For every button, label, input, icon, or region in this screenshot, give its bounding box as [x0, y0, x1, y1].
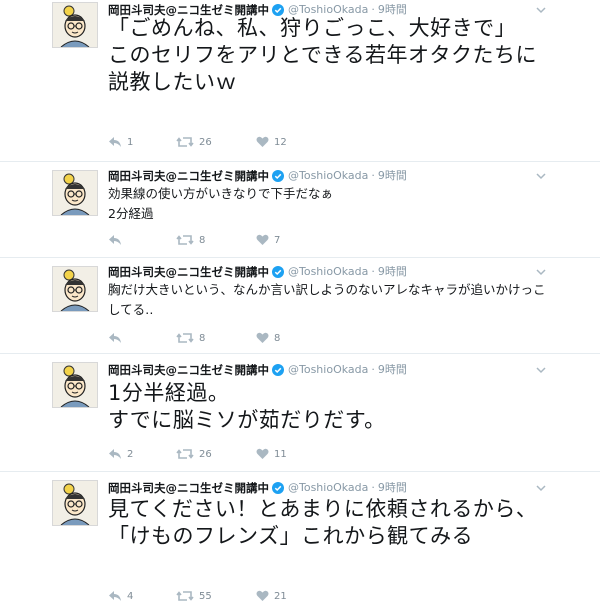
- reply-button[interactable]: [108, 330, 176, 346]
- like-button[interactable]: 21: [256, 588, 326, 604]
- reply-count: 1: [127, 136, 134, 148]
- heart-icon: [256, 590, 269, 601]
- like-count: 11: [274, 448, 287, 460]
- timestamp[interactable]: 9時間: [378, 264, 407, 280]
- separator: ·: [371, 265, 375, 278]
- retweet-icon: [176, 137, 194, 147]
- tweet-actions: 4 55 21: [108, 588, 326, 604]
- heart-icon: [256, 332, 269, 343]
- retweet-button[interactable]: 8: [176, 330, 256, 346]
- tweet[interactable]: 岡田斗司夫@ニコ生ゼミ開講中 @ToshioOkada · 9時間 胸だけ大きい…: [0, 258, 600, 354]
- timestamp[interactable]: 9時間: [378, 480, 407, 496]
- reply-button[interactable]: 4: [108, 588, 176, 604]
- reply-icon: [109, 449, 121, 459]
- avatar[interactable]: [52, 2, 98, 48]
- tweet-header: 岡田斗司夫@ニコ生ゼミ開講中 @ToshioOkada · 9時間: [108, 264, 407, 280]
- separator: ·: [371, 363, 375, 376]
- avatar-icon: [53, 3, 97, 47]
- tweet[interactable]: 岡田斗司夫@ニコ生ゼミ開講中 @ToshioOkada · 9時間 効果線の使い…: [0, 162, 600, 258]
- display-name[interactable]: 岡田斗司夫@ニコ生ゼミ開講中: [108, 362, 269, 378]
- retweet-button[interactable]: 26: [176, 134, 256, 150]
- verified-badge-icon: [272, 266, 284, 278]
- username-handle[interactable]: @ToshioOkada: [288, 168, 368, 184]
- like-button[interactable]: 7: [256, 232, 326, 248]
- reply-button[interactable]: [108, 232, 176, 248]
- like-button[interactable]: 8: [256, 330, 326, 346]
- reply-icon: [109, 591, 121, 601]
- avatar-icon: [53, 481, 97, 525]
- tweet[interactable]: 岡田斗司夫@ニコ生ゼミ開講中 @ToshioOkada · 9時間 1分半経過。…: [0, 354, 600, 472]
- retweet-icon: [176, 235, 194, 245]
- retweet-button[interactable]: 26: [176, 446, 256, 462]
- tweet-text: 見てください！とあまりに依頼されるから、「けものフレンズ」これから観てみる: [108, 497, 538, 548]
- reply-icon: [109, 137, 121, 147]
- like-button[interactable]: 12: [256, 134, 326, 150]
- chevron-down-icon[interactable]: [536, 484, 546, 492]
- reply-button[interactable]: 2: [108, 446, 176, 462]
- username-handle[interactable]: @ToshioOkada: [288, 362, 368, 378]
- retweet-icon: [176, 591, 194, 601]
- chevron-down-icon[interactable]: [536, 268, 546, 276]
- display-name[interactable]: 岡田斗司夫@ニコ生ゼミ開講中: [108, 480, 269, 496]
- tweet-header: 岡田斗司夫@ニコ生ゼミ開講中 @ToshioOkada · 9時間: [108, 168, 407, 184]
- reply-icon: [109, 235, 121, 245]
- timestamp[interactable]: 9時間: [378, 362, 407, 378]
- tweet-text: 1分半経過。 すでに脳ミソが茹だりだす。: [108, 381, 386, 432]
- tweet-text: 効果線の使い方がいきなりで下手だなぁ 2分経過: [108, 186, 334, 221]
- tweet-timeline: 岡田斗司夫@ニコ生ゼミ開講中 @ToshioOkada · 9時間 「ごめんね、…: [0, 0, 600, 602]
- display-name[interactable]: 岡田斗司夫@ニコ生ゼミ開講中: [108, 264, 269, 280]
- retweet-count: 8: [199, 234, 206, 246]
- retweet-button[interactable]: 55: [176, 588, 256, 604]
- verified-badge-icon: [272, 364, 284, 376]
- tweet-actions: 8 7: [108, 232, 326, 248]
- username-handle[interactable]: @ToshioOkada: [288, 264, 368, 280]
- timestamp[interactable]: 9時間: [378, 168, 407, 184]
- chevron-down-icon[interactable]: [536, 172, 546, 180]
- retweet-count: 26: [199, 448, 212, 460]
- retweet-count: 26: [199, 136, 212, 148]
- display-name[interactable]: 岡田斗司夫@ニコ生ゼミ開講中: [108, 168, 269, 184]
- tweet-actions: 1 26 12: [108, 134, 326, 150]
- retweet-button[interactable]: 8: [176, 232, 256, 248]
- like-button[interactable]: 11: [256, 446, 326, 462]
- tweet-actions: 8 8: [108, 330, 326, 346]
- avatar[interactable]: [52, 170, 98, 216]
- avatar-icon: [53, 267, 97, 311]
- avatar-icon: [53, 171, 97, 215]
- like-count: 7: [274, 234, 281, 246]
- avatar[interactable]: [52, 480, 98, 526]
- separator: ·: [371, 481, 375, 494]
- verified-badge-icon: [272, 482, 284, 494]
- tweet-text: 「ごめんね、私、狩りごっこ、大好きで」 このセリフをアリとできる若年オタクたちに…: [108, 16, 537, 94]
- like-count: 8: [274, 332, 281, 344]
- avatar-icon: [53, 363, 97, 407]
- heart-icon: [256, 234, 269, 245]
- heart-icon: [256, 136, 269, 147]
- heart-icon: [256, 448, 269, 459]
- tweet[interactable]: 岡田斗司夫@ニコ生ゼミ開講中 @ToshioOkada · 9時間 「ごめんね、…: [0, 0, 600, 162]
- reply-count: 2: [127, 448, 134, 460]
- chevron-down-icon[interactable]: [536, 366, 546, 374]
- avatar[interactable]: [52, 266, 98, 312]
- avatar[interactable]: [52, 362, 98, 408]
- reply-icon: [109, 333, 121, 343]
- like-count: 12: [274, 136, 287, 148]
- reply-button[interactable]: 1: [108, 134, 176, 150]
- retweet-icon: [176, 333, 194, 343]
- tweet-header: 岡田斗司夫@ニコ生ゼミ開講中 @ToshioOkada · 9時間: [108, 362, 407, 378]
- tweet-text: 胸だけ大きいという、なんか言い訳しようのないアレなキャラが追いかけっこしてる‥: [108, 282, 546, 317]
- separator: ·: [371, 169, 375, 182]
- retweet-icon: [176, 449, 194, 459]
- chevron-down-icon[interactable]: [536, 6, 546, 14]
- tweet[interactable]: 岡田斗司夫@ニコ生ゼミ開講中 @ToshioOkada · 9時間 見てください…: [0, 472, 600, 602]
- username-handle[interactable]: @ToshioOkada: [288, 480, 368, 496]
- tweet-actions: 2 26 11: [108, 446, 326, 462]
- tweet-header: 岡田斗司夫@ニコ生ゼミ開講中 @ToshioOkada · 9時間: [108, 480, 407, 496]
- retweet-count: 8: [199, 332, 206, 344]
- verified-badge-icon: [272, 170, 284, 182]
